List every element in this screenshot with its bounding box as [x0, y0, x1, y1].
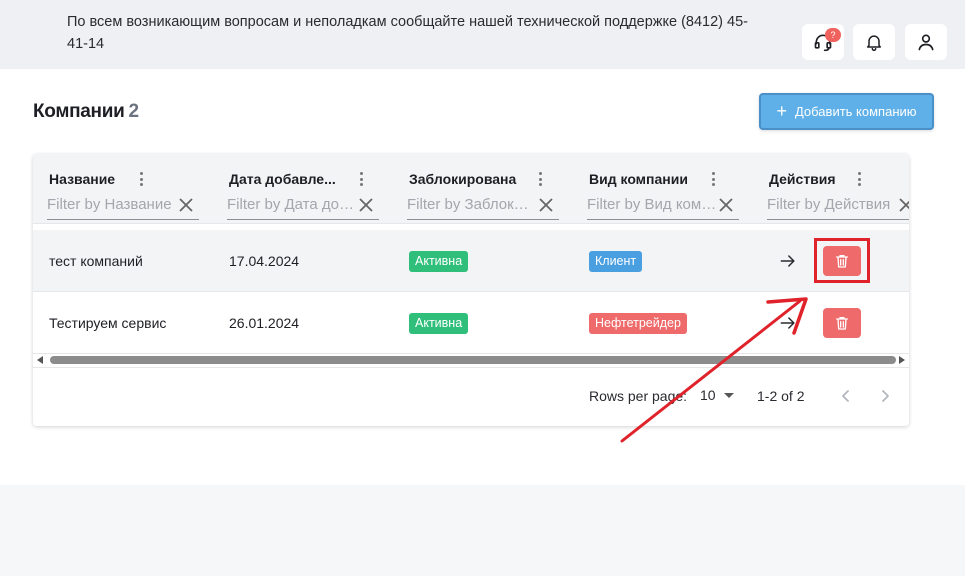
column-header-actions: Действия Filter by Действия [753, 154, 909, 224]
cell-status: Активна [409, 292, 469, 354]
previous-page-button[interactable] [832, 382, 860, 410]
filter-name-input[interactable]: Filter by Название [47, 192, 199, 220]
cell-company-type: Нефтетрейдер [589, 292, 687, 354]
clear-icon[interactable] [897, 196, 909, 214]
cell-date-added: 17.04.2024 [229, 253, 300, 269]
profile-button[interactable] [905, 24, 947, 60]
delete-company-button[interactable] [823, 308, 861, 338]
page-title-text: Компании [33, 101, 125, 122]
add-company-button[interactable]: + Добавить компанию [759, 93, 934, 130]
pagination-range: 1-2 of 2 [757, 388, 805, 404]
type-badge: Клиент [589, 250, 643, 272]
support-button[interactable]: ? [802, 24, 844, 60]
bell-icon [867, 35, 881, 52]
clear-icon[interactable] [177, 196, 195, 214]
main-panel: Компании 2 + Добавить компанию Название F… [0, 69, 965, 485]
scroll-right-arrow[interactable] [899, 356, 905, 364]
add-company-label: Добавить компанию [794, 104, 917, 119]
filter-actions-input[interactable]: Filter by Действия [767, 192, 909, 220]
cell-date-added: 26.01.2024 [229, 315, 300, 331]
filter-date-input[interactable]: Filter by Дата добавления [227, 192, 379, 220]
arrow-right-icon [780, 317, 795, 329]
support-badge: ? [825, 28, 841, 42]
cell-company-type: Клиент [589, 230, 643, 292]
next-page-button[interactable] [871, 382, 899, 410]
chevron-right-icon [882, 390, 889, 402]
status-badge: Активна [409, 250, 469, 272]
clear-icon[interactable] [537, 196, 555, 214]
column-title: Действия [769, 171, 836, 187]
companies-grid: Название Filter by Название Дата добавле… [33, 154, 909, 426]
grid-footer: Rows per page: 10 1-2 of 2 [33, 367, 909, 426]
clear-icon[interactable] [717, 196, 735, 214]
open-company-button[interactable] [769, 245, 807, 277]
page-title: Компании 2 [33, 101, 139, 123]
filter-type-input[interactable]: Filter by Вид компании [587, 192, 739, 220]
cell-company-name: тест компаний [49, 253, 143, 269]
clear-icon[interactable] [357, 196, 375, 214]
company-count: 2 [128, 101, 140, 122]
grid-header: Название Filter by Название Дата добавле… [33, 154, 909, 224]
scroll-left-arrow[interactable] [37, 356, 43, 364]
cell-status: Активна [409, 230, 469, 292]
open-company-button[interactable] [769, 307, 807, 339]
filter-blocked-input[interactable]: Filter by Заблокирована [407, 192, 559, 220]
column-header-blocked: Заблокирована Filter by Заблокирована [393, 154, 573, 224]
column-title: Вид компании [589, 171, 688, 187]
column-header-name: Название Filter by Название [33, 154, 213, 224]
status-badge: Активна [409, 312, 469, 334]
trash-icon [836, 255, 848, 268]
horizontal-scrollbar[interactable] [33, 353, 909, 367]
filter-placeholder: Filter by Название [47, 196, 172, 213]
column-menu-icon[interactable] [706, 170, 720, 188]
arrow-right-icon [780, 255, 795, 267]
top-bar: По всем возникающим вопросам и неполадка… [0, 0, 965, 69]
type-badge: Нефтетрейдер [589, 312, 687, 334]
column-menu-icon[interactable] [852, 170, 866, 188]
rows-per-page-label: Rows per page: [589, 388, 688, 404]
trash-icon [836, 317, 848, 330]
chevron-down-icon [723, 392, 734, 398]
chevron-left-icon [842, 390, 849, 402]
scroll-thumb[interactable] [50, 356, 896, 364]
user-icon [918, 34, 934, 51]
filter-placeholder: Filter by Действия [767, 196, 891, 213]
filter-placeholder: Filter by Вид компании [587, 196, 717, 213]
rows-per-page-value: 10 [700, 387, 716, 403]
column-menu-icon[interactable] [134, 170, 148, 188]
column-menu-icon[interactable] [533, 170, 547, 188]
rows-per-page-select[interactable]: 10 [700, 387, 738, 403]
column-menu-icon[interactable] [354, 170, 368, 188]
filter-placeholder: Filter by Заблокирована [407, 196, 537, 213]
delete-company-button[interactable] [823, 246, 861, 276]
notifications-button[interactable] [853, 24, 895, 60]
column-header-type: Вид компании Filter by Вид компании [573, 154, 753, 224]
column-title: Дата добавле... [229, 171, 336, 187]
support-notice: По всем возникающим вопросам и неполадка… [67, 14, 748, 52]
column-title: Заблокирована [409, 171, 517, 187]
cell-company-name: Тестируем сервис [49, 315, 167, 331]
table-row[interactable]: Тестируем сервис 26.01.2024 Активна Нефт… [33, 292, 909, 354]
filter-placeholder: Filter by Дата добавления [227, 196, 357, 213]
plus-icon: + [776, 100, 787, 121]
table-row[interactable]: тест компаний 17.04.2024 Активна Клиент [33, 230, 909, 292]
column-title: Название [49, 171, 116, 187]
column-header-date: Дата добавле... Filter by Дата добавлени… [213, 154, 393, 224]
